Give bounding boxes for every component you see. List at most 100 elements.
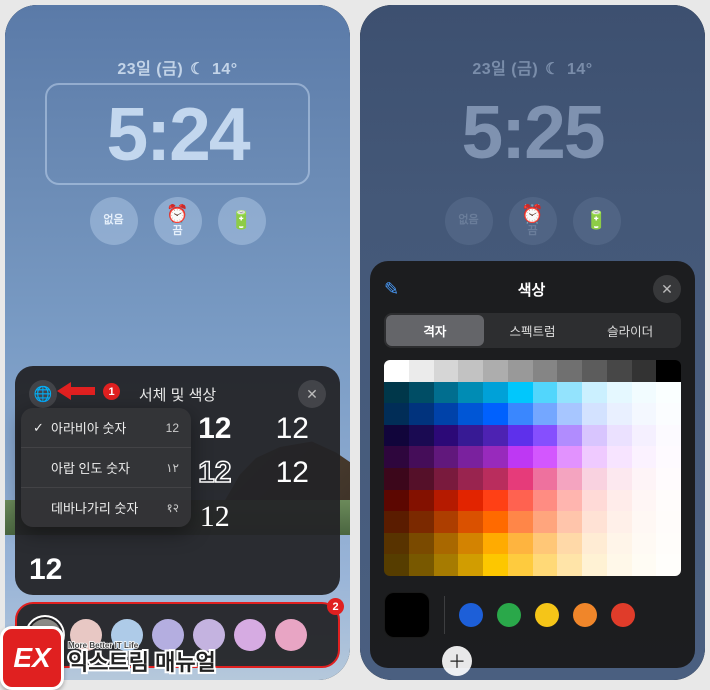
grid-cell[interactable] xyxy=(384,382,409,404)
grid-cell[interactable] xyxy=(632,554,657,576)
grid-cell[interactable] xyxy=(656,425,681,447)
grid-cell[interactable] xyxy=(409,425,434,447)
preset-swatch[interactable] xyxy=(535,603,559,627)
grid-cell[interactable] xyxy=(434,360,459,382)
grid-cell[interactable] xyxy=(458,403,483,425)
grid-cell[interactable] xyxy=(533,554,558,576)
grid-cell[interactable] xyxy=(656,490,681,512)
font-option-2[interactable]: 12 xyxy=(259,410,327,448)
grid-cell[interactable] xyxy=(384,533,409,555)
grid-cell[interactable] xyxy=(483,446,508,468)
grid-cell[interactable] xyxy=(533,533,558,555)
close-button[interactable]: ✕ xyxy=(653,275,681,303)
grid-cell[interactable] xyxy=(582,403,607,425)
grid-cell[interactable] xyxy=(557,511,582,533)
grid-cell[interactable] xyxy=(483,554,508,576)
grid-cell[interactable] xyxy=(557,490,582,512)
grid-cell[interactable] xyxy=(508,511,533,533)
grid-cell[interactable] xyxy=(483,511,508,533)
font-option-1[interactable]: 12 xyxy=(181,410,249,448)
widget-pill-2[interactable]: ⏰ 끔 xyxy=(154,197,202,245)
dropdown-item-devanagari[interactable]: 데바나가리 숫자 १२ xyxy=(21,488,191,527)
font-option-6[interactable]: 12 xyxy=(29,551,62,589)
grid-cell[interactable] xyxy=(533,382,558,404)
grid-cell[interactable] xyxy=(607,533,632,555)
grid-cell[interactable] xyxy=(632,533,657,555)
grid-cell[interactable] xyxy=(458,554,483,576)
grid-cell[interactable] xyxy=(458,425,483,447)
grid-cell[interactable] xyxy=(533,511,558,533)
grid-cell[interactable] xyxy=(557,533,582,555)
grid-cell[interactable] xyxy=(409,360,434,382)
grid-cell[interactable] xyxy=(582,425,607,447)
grid-cell[interactable] xyxy=(533,446,558,468)
grid-cell[interactable] xyxy=(508,446,533,468)
grid-cell[interactable] xyxy=(607,490,632,512)
grid-cell[interactable] xyxy=(656,511,681,533)
grid-cell[interactable] xyxy=(632,382,657,404)
grid-cell[interactable] xyxy=(483,425,508,447)
grid-cell[interactable] xyxy=(607,403,632,425)
grid-cell[interactable] xyxy=(656,554,681,576)
grid-cell[interactable] xyxy=(483,382,508,404)
preset-swatch[interactable] xyxy=(497,603,521,627)
grid-cell[interactable] xyxy=(557,360,582,382)
grid-cell[interactable] xyxy=(384,425,409,447)
grid-cell[interactable] xyxy=(409,382,434,404)
grid-cell[interactable] xyxy=(533,425,558,447)
grid-cell[interactable] xyxy=(607,360,632,382)
grid-cell[interactable] xyxy=(582,490,607,512)
grid-cell[interactable] xyxy=(434,403,459,425)
grid-cell[interactable] xyxy=(434,446,459,468)
grid-cell[interactable] xyxy=(483,468,508,490)
widget-pill-3[interactable]: 🔋 xyxy=(218,197,266,245)
grid-cell[interactable] xyxy=(582,468,607,490)
grid-cell[interactable] xyxy=(508,490,533,512)
grid-cell[interactable] xyxy=(458,360,483,382)
grid-cell[interactable] xyxy=(508,533,533,555)
grid-cell[interactable] xyxy=(607,468,632,490)
grid-cell[interactable] xyxy=(434,533,459,555)
grid-cell[interactable] xyxy=(508,468,533,490)
clock-widget[interactable]: 5:24 xyxy=(45,83,310,185)
grid-cell[interactable] xyxy=(607,382,632,404)
grid-cell[interactable] xyxy=(656,403,681,425)
grid-cell[interactable] xyxy=(533,360,558,382)
grid-cell[interactable] xyxy=(656,446,681,468)
grid-cell[interactable] xyxy=(557,403,582,425)
color-swatch[interactable] xyxy=(234,619,266,651)
segment-sliders[interactable]: 슬라이더 xyxy=(581,315,679,346)
grid-cell[interactable] xyxy=(409,446,434,468)
grid-cell[interactable] xyxy=(632,511,657,533)
color-grid[interactable] xyxy=(384,360,681,576)
grid-cell[interactable] xyxy=(632,403,657,425)
grid-cell[interactable] xyxy=(409,511,434,533)
grid-cell[interactable] xyxy=(582,446,607,468)
globe-button[interactable]: 🌐 1 xyxy=(29,380,57,408)
preset-swatch[interactable] xyxy=(573,603,597,627)
grid-cell[interactable] xyxy=(582,511,607,533)
preset-swatch[interactable] xyxy=(459,603,483,627)
grid-cell[interactable] xyxy=(384,403,409,425)
grid-cell[interactable] xyxy=(508,425,533,447)
grid-cell[interactable] xyxy=(483,533,508,555)
grid-cell[interactable] xyxy=(384,446,409,468)
grid-cell[interactable] xyxy=(384,360,409,382)
grid-cell[interactable] xyxy=(458,511,483,533)
grid-cell[interactable] xyxy=(607,511,632,533)
grid-cell[interactable] xyxy=(409,533,434,555)
grid-cell[interactable] xyxy=(557,446,582,468)
widget-pill-1[interactable]: 없음 xyxy=(90,197,138,245)
grid-cell[interactable] xyxy=(508,403,533,425)
grid-cell[interactable] xyxy=(434,554,459,576)
grid-cell[interactable] xyxy=(533,403,558,425)
grid-cell[interactable] xyxy=(434,490,459,512)
grid-cell[interactable] xyxy=(632,468,657,490)
grid-cell[interactable] xyxy=(607,446,632,468)
grid-cell[interactable] xyxy=(557,425,582,447)
grid-cell[interactable] xyxy=(656,468,681,490)
grid-cell[interactable] xyxy=(384,490,409,512)
color-swatch[interactable] xyxy=(275,619,307,651)
grid-cell[interactable] xyxy=(632,360,657,382)
font-option-5[interactable]: 12 xyxy=(181,498,249,536)
